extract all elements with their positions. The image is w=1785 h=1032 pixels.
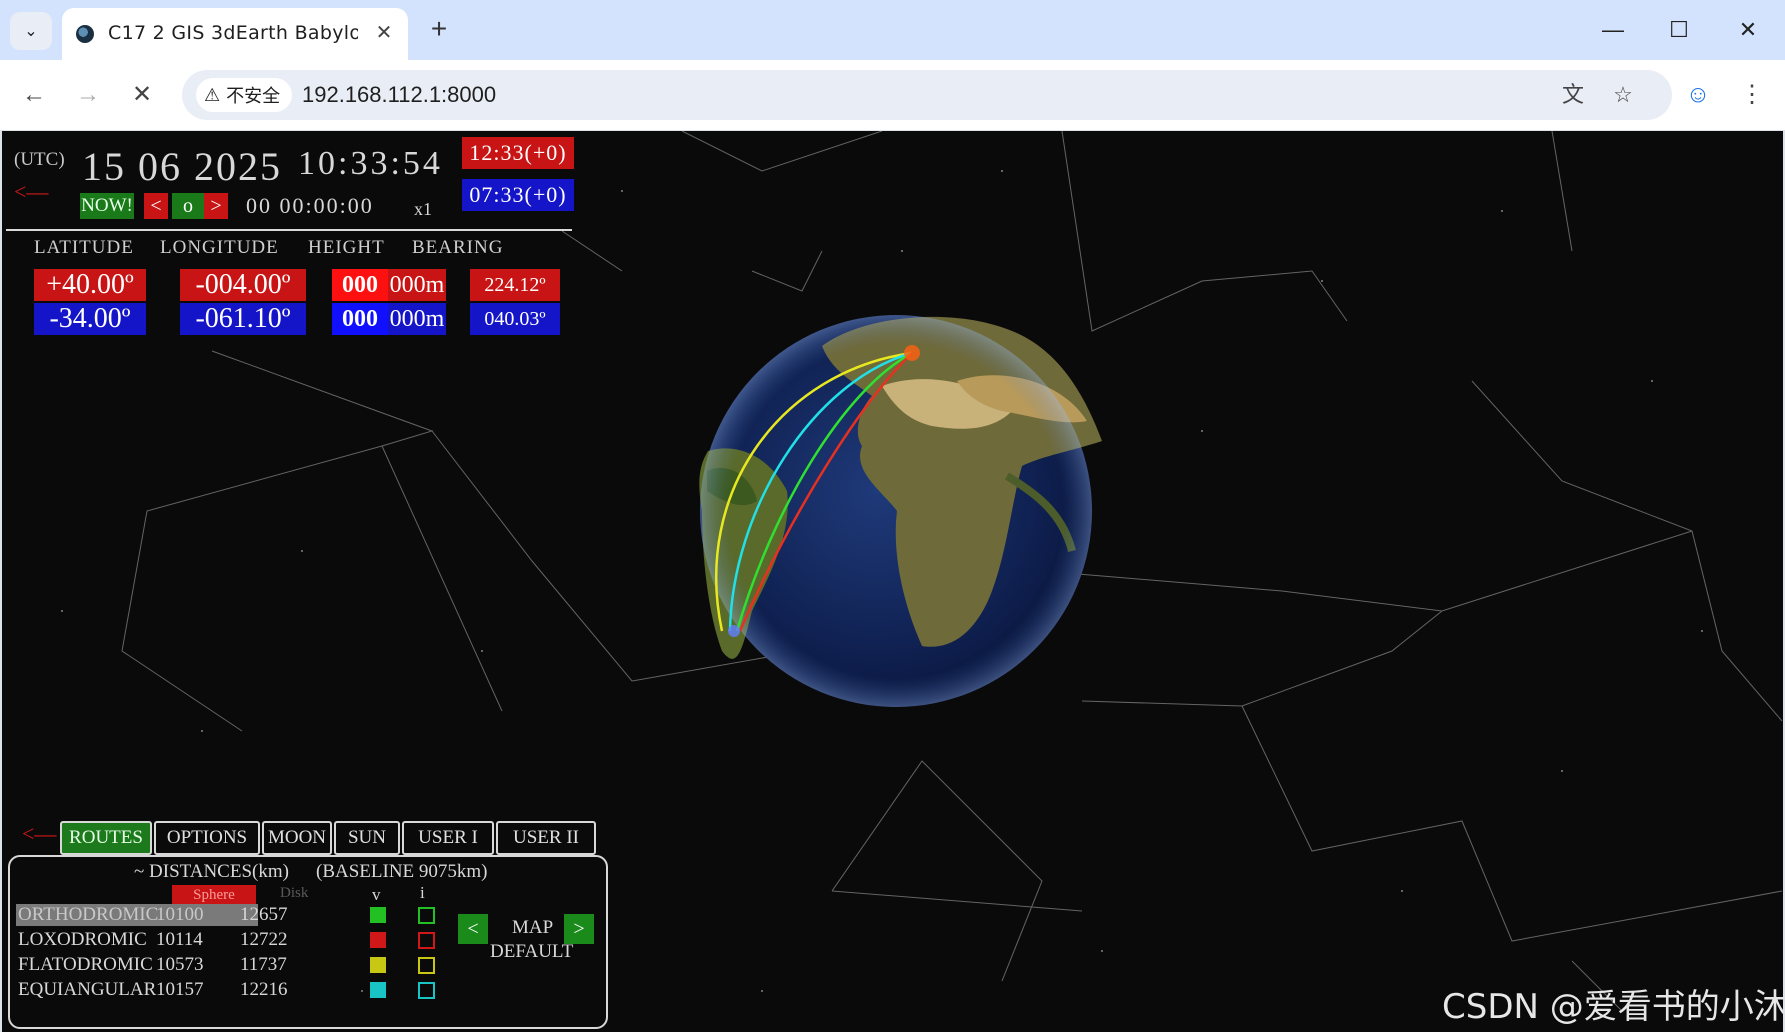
translate-icon[interactable]: 文 [1558,80,1588,110]
info-toggle-equiangular[interactable] [418,982,435,999]
window-close-icon[interactable]: ✕ [1725,10,1771,50]
point-a-height-low[interactable]: 000m [388,269,446,301]
tab-user-i[interactable]: USER I [402,821,494,855]
route-name-loxodromic[interactable]: LOXODROMIC [18,929,147,951]
route-disk-orthodromic: 12657 [240,904,288,925]
tab-moon[interactable]: MOON [262,821,332,855]
point-a-height-high[interactable]: 000 [332,269,388,301]
map-label: MAP [512,917,554,938]
distances-title: ~ DISTANCES(km) [134,861,289,882]
route-disk-equiangular: 12216 [240,979,288,1000]
info-toggle-flatodromic[interactable] [418,957,435,974]
point-a-marker [904,345,920,361]
info-column-header: i [420,883,425,902]
longitude-header: LONGITUDE [160,237,279,258]
tab-options[interactable]: OPTIONS [154,821,260,855]
bookmark-star-icon[interactable]: ☆ [1608,80,1638,110]
route-sphere-flatodromic: 10573 [156,954,204,975]
utc-label: (UTC) [14,149,65,170]
route-sphere-orthodromic: 10100 [156,904,204,925]
latitude-header: LATITUDE [34,237,134,258]
step-back-button[interactable]: < [144,193,168,219]
new-tab-button[interactable]: + [424,14,454,44]
date-display[interactable]: 15 06 2025 [82,143,282,190]
point-b-marker [728,625,740,637]
earth-globe [699,315,1102,707]
chevron-down-icon: ⌄ [24,23,38,40]
point-b-latitude[interactable]: -34.00º [34,303,146,335]
favicon-icon [76,25,94,43]
sphere-toggle[interactable]: Sphere [172,885,256,905]
visible-toggle-loxodromic[interactable] [370,932,386,948]
route-sphere-loxodromic: 10114 [156,929,203,950]
profile-icon[interactable]: ☺ [1680,77,1716,113]
route-name-equiangular[interactable]: EQUIANGULAR [18,979,156,1001]
visible-column-header: v [372,885,381,904]
tab-user-ii[interactable]: USER II [496,821,596,855]
point-b-height-low[interactable]: 000m [388,303,446,335]
address-bar[interactable]: ⚠ 不安全 192.168.112.1:8000 文 ☆ [182,70,1672,120]
route-name-orthodromic[interactable]: ORTHODROMIC [18,904,158,926]
point-a-latitude[interactable]: +40.00º [34,269,146,301]
tab-sun[interactable]: SUN [334,821,400,855]
url-text[interactable]: 192.168.112.1:8000 [302,82,496,108]
height-header: HEIGHT [308,237,385,258]
visible-toggle-equiangular[interactable] [370,982,386,998]
collapse-arrow-icon[interactable]: <— [14,179,48,205]
info-toggle-loxodromic[interactable] [418,932,435,949]
close-icon[interactable]: ✕ [372,21,396,45]
point-a-bearing: 224.12º [470,269,560,301]
panel-divider [6,229,572,231]
security-label: 不安全 [226,86,281,106]
map-next-button[interactable]: > [564,914,594,944]
point-a-longitude[interactable]: -004.00º [180,269,306,301]
stop-loading-icon[interactable]: ✕ [124,77,160,113]
tab-title: C17 2 GIS 3dEarth BabylonJ [108,22,358,44]
tab-search-button[interactable]: ⌄ [10,12,52,50]
baseline-label: (BASELINE 9075km) [316,861,488,882]
route-name-flatodromic[interactable]: FLATODROMIC [18,954,153,976]
forward-icon[interactable]: → [70,77,106,113]
panel-collapse-arrow-icon[interactable]: <— [22,821,56,847]
step-forward-button[interactable]: > [204,193,228,219]
route-disk-flatodromic: 11737 [240,954,287,975]
minimize-icon[interactable]: — [1590,10,1636,50]
disk-toggle[interactable]: Disk [280,885,308,902]
timezone-blue[interactable]: 07:33(+0) [462,179,574,211]
point-b-bearing: 040.03º [470,303,560,335]
warning-icon: ⚠ [204,84,221,105]
map-default-label: DEFAULT [490,941,574,962]
map-prev-button[interactable]: < [458,914,488,944]
speed-multiplier[interactable]: x1 [414,199,432,220]
time-offset-counter: 00 00:00:00 [246,193,374,218]
browser-toolbar: ← → ✕ ⚠ 不安全 192.168.112.1:8000 文 ☆ ☺ ⋮ [0,60,1785,130]
time-display[interactable]: 10:33:54 [298,145,443,183]
maximize-icon[interactable]: ☐ [1656,10,1702,50]
timezone-red[interactable]: 12:33(+0) [462,137,574,169]
now-button[interactable]: NOW! [80,193,134,219]
route-disk-loxodromic: 12722 [240,929,288,950]
tab-routes[interactable]: ROUTES [60,821,152,855]
back-icon[interactable]: ← [16,77,52,113]
step-reset-button[interactable]: o [172,193,204,219]
bearing-header: BEARING [412,237,504,258]
tab-strip: ⌄ C17 2 GIS 3dEarth BabylonJ ✕ + — ☐ ✕ [0,0,1785,60]
route-sphere-equiangular: 10157 [156,979,204,1000]
point-b-height-high[interactable]: 000 [332,303,388,335]
visible-toggle-flatodromic[interactable] [370,957,386,973]
watermark: CSDN @爱看书的小沐 [1442,987,1783,1027]
visible-toggle-orthodromic[interactable] [370,907,386,923]
active-tab[interactable]: C17 2 GIS 3dEarth BabylonJ ✕ [62,8,408,60]
point-b-longitude[interactable]: -061.10º [180,303,306,335]
babylon-canvas[interactable]: (UTC) <— 15 06 2025 10:33:54 NOW! < o > … [2,131,1783,1032]
security-chip[interactable]: ⚠ 不安全 [196,78,293,112]
menu-kebab-icon[interactable]: ⋮ [1734,77,1770,113]
info-toggle-orthodromic[interactable] [418,907,435,924]
